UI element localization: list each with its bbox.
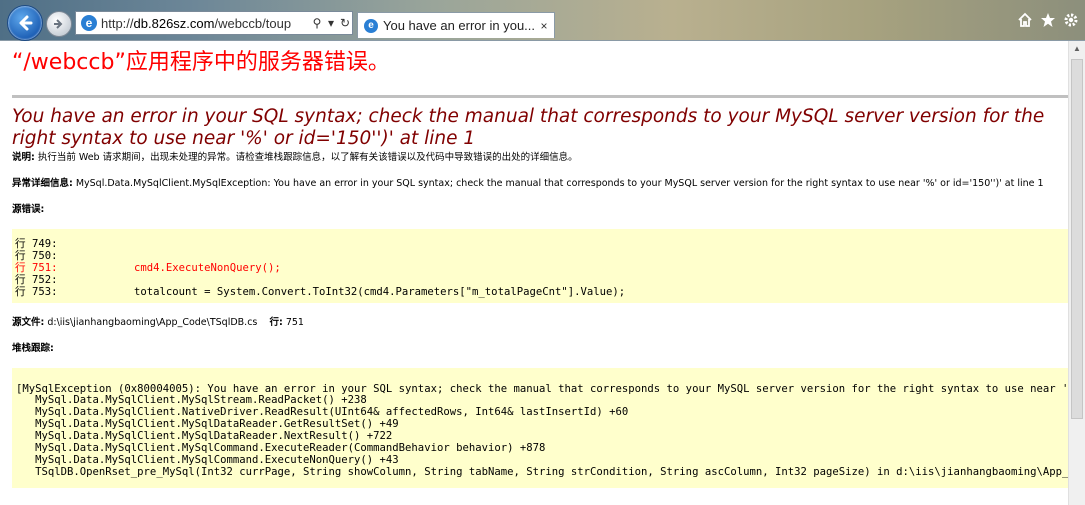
source-file-label: 源文件: [12, 316, 45, 328]
address-url[interactable]: http://db.826sz.com/webccb/toup [101, 16, 310, 31]
line-number: 751 [282, 316, 304, 328]
page-content: “/webccb”应用程序中的服务器错误。 You have an error … [0, 41, 1068, 505]
url-path: /webccb/toup [214, 15, 292, 31]
search-icon[interactable]: ⚲ [310, 16, 324, 30]
stack-line: MySql.Data.MySqlClient.MySqlStream.ReadP… [16, 394, 367, 407]
arrow-right-icon [54, 19, 63, 29]
page-heading: “/webccb”应用程序中的服务器错误。 [12, 50, 390, 75]
browser-toolbar: e http://db.826sz.com/webccb/toup ⚲ ▾ ↻ … [0, 0, 1085, 41]
exception-details: 异常详细信息: MySql.Data.MySqlClient.MySqlExce… [12, 177, 1064, 190]
source-code: 行 749: 行 750: 行 751: cmd4.ExecuteNonQuer… [15, 238, 1068, 299]
address-bar[interactable]: e http://db.826sz.com/webccb/toup ⚲ ▾ ↻ [75, 11, 353, 35]
source-error-heading: 源错误: [12, 203, 1068, 216]
back-button[interactable] [7, 5, 43, 41]
dropdown-icon[interactable]: ▾ [324, 16, 338, 30]
error-title: You have an error in your SQL syntax; ch… [12, 106, 1045, 149]
stack-line: MySql.Data.MySqlClient.MySqlCommand.Exec… [16, 442, 546, 455]
tab-title: You have an error in you... [383, 18, 536, 33]
line-label: 行: [269, 316, 283, 328]
url-prefix: http:// [101, 15, 134, 31]
browser-tab[interactable]: e You have an error in you... × [357, 12, 555, 38]
favorites-star-icon[interactable] [1040, 12, 1056, 28]
divider [12, 95, 1068, 98]
description-text: 执行当前 Web 请求期间，出现未处理的异常。请检查堆栈跟踪信息，以了解有关该错… [34, 152, 578, 163]
code-line: 行 750: [15, 249, 58, 262]
exception-text: MySql.Data.MySqlClient.MySqlException: Y… [72, 178, 1044, 189]
ie-logo-icon: e [81, 15, 97, 31]
stack-line: MySql.Data.MySqlClient.MySqlCommand.Exec… [16, 453, 399, 466]
code-line: 行 752: [15, 273, 58, 286]
stack-trace-box: [MySqlException (0x80004005): You have a… [12, 367, 1068, 488]
code-line: 行 753: totalcount = System.Convert.ToInt… [15, 285, 626, 298]
code-line-highlighted: 行 751: cmd4.ExecuteNonQuery(); [15, 261, 281, 274]
description-label: 说明: [12, 152, 35, 163]
stack-trace-label: 堆栈跟踪: [12, 342, 54, 354]
source-code-box: 行 749: 行 750: 行 751: cmd4.ExecuteNonQuer… [12, 229, 1068, 303]
source-file-info: 源文件: d:\iis\jianhangbaoming\App_Code\TSq… [12, 316, 1068, 329]
scrollbar-thumb[interactable] [1071, 59, 1083, 419]
stack-line: [MySqlException (0x80004005): You have a… [16, 382, 1068, 395]
description: 说明: 执行当前 Web 请求期间，出现未处理的异常。请检查堆栈跟踪信息，以了解… [12, 151, 1068, 164]
exception-label: 异常详细信息: [12, 178, 73, 189]
scroll-up-icon[interactable]: ▲ [1069, 41, 1085, 57]
tab-favicon-icon: e [364, 18, 378, 33]
vertical-scrollbar[interactable]: ▲ [1068, 41, 1085, 505]
source-error-label: 源错误: [12, 204, 45, 215]
stack-line: TSqlDB.OpenRset_pre_MySql(Int32 currPage… [16, 465, 1068, 478]
tab-close-icon[interactable]: × [537, 19, 551, 33]
stack-trace: [MySqlException (0x80004005): You have a… [16, 382, 1068, 479]
stack-line: MySql.Data.MySqlClient.MySqlDataReader.N… [16, 430, 393, 443]
forward-button[interactable] [46, 11, 72, 37]
url-domain: db.826sz.com [133, 15, 215, 31]
stack-line: MySql.Data.MySqlClient.NativeDriver.Read… [16, 406, 629, 419]
gear-icon[interactable] [1063, 12, 1079, 28]
stack-trace-heading: 堆栈跟踪: [12, 342, 1068, 355]
source-file-path: d:\iis\jianhangbaoming\App_Code\TSqlDB.c… [44, 316, 258, 328]
stack-line: MySql.Data.MySqlClient.MySqlDataReader.G… [16, 418, 399, 431]
arrow-left-icon [19, 15, 33, 31]
home-icon[interactable] [1017, 12, 1033, 28]
code-line: 行 749: [15, 238, 58, 250]
refresh-icon[interactable]: ↻ [338, 16, 352, 30]
toolbar-icons [1017, 12, 1079, 28]
